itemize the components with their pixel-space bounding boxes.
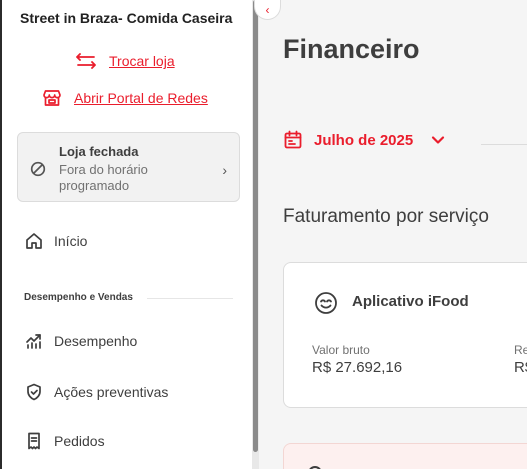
store-status-card[interactable]: Loja fechada Fora do horário programado … [17, 132, 240, 202]
sidebar-item-label: Início [54, 233, 88, 249]
second-metric-label: Re [514, 343, 527, 357]
sidebar-item-home[interactable]: Início [24, 231, 87, 251]
collapse-sidebar-button[interactable]: ‹ [254, 0, 281, 20]
open-portal-label: Abrir Portal de Redes [74, 90, 208, 106]
section-title: Desempenho e Vendas [24, 292, 133, 303]
chevron-down-icon [431, 135, 445, 145]
store-name: Street in Braza- Comida Caseira [20, 10, 233, 26]
divider [481, 144, 527, 145]
shield-icon [24, 382, 44, 402]
sidebar-item-label: Desempenho [54, 333, 138, 349]
service-name: Aplicativo iFood [352, 293, 469, 310]
scrollbar-thumb[interactable] [253, 0, 258, 452]
service-card-ifood: Aplicativo iFood Valor bruto R$ 27.692,1… [283, 262, 527, 408]
chevron-left-icon: ‹ [265, 2, 270, 17]
section-heading: Faturamento por serviço [283, 206, 489, 227]
sidebar-item-orders[interactable]: Pedidos [24, 431, 105, 451]
sidebar-scrollbar[interactable] [252, 0, 259, 469]
month-selector[interactable]: Julho de 2025 [283, 130, 445, 150]
home-icon [24, 231, 44, 251]
page-title: Financeiro [283, 34, 420, 64]
switch-store-link[interactable]: Trocar loja [75, 53, 175, 69]
store-status-title: Loja fechada [59, 144, 139, 159]
sidebar-item-label: Pedidos [54, 433, 105, 449]
gross-value-label: Valor bruto [312, 343, 370, 357]
receipt-icon [24, 431, 44, 451]
service-card-partial [283, 443, 527, 469]
store-status-subtitle: Fora do horário programado [59, 162, 148, 193]
sidebar-item-performance[interactable]: Desempenho [24, 331, 137, 351]
smile-face-icon [314, 291, 338, 320]
sidebar-item-preventive-actions[interactable]: Ações preventivas [24, 382, 168, 402]
sidebar: Street in Braza- Comida Caseira Trocar l… [0, 0, 252, 469]
calendar-icon [283, 130, 303, 150]
gross-value: R$ 27.692,16 [312, 359, 403, 376]
ban-icon [30, 161, 46, 182]
second-metric-value: R$ [514, 359, 527, 376]
divider [147, 298, 233, 299]
switch-store-label: Trocar loja [109, 53, 175, 69]
sidebar-item-label: Ações preventivas [54, 384, 169, 400]
store-icon [42, 89, 62, 107]
chart-icon [24, 331, 44, 351]
open-portal-link[interactable]: Abrir Portal de Redes [42, 89, 208, 107]
chevron-right-icon: › [222, 162, 227, 178]
swap-arrows-icon [75, 53, 97, 69]
month-label: Julho de 2025 [314, 131, 414, 149]
